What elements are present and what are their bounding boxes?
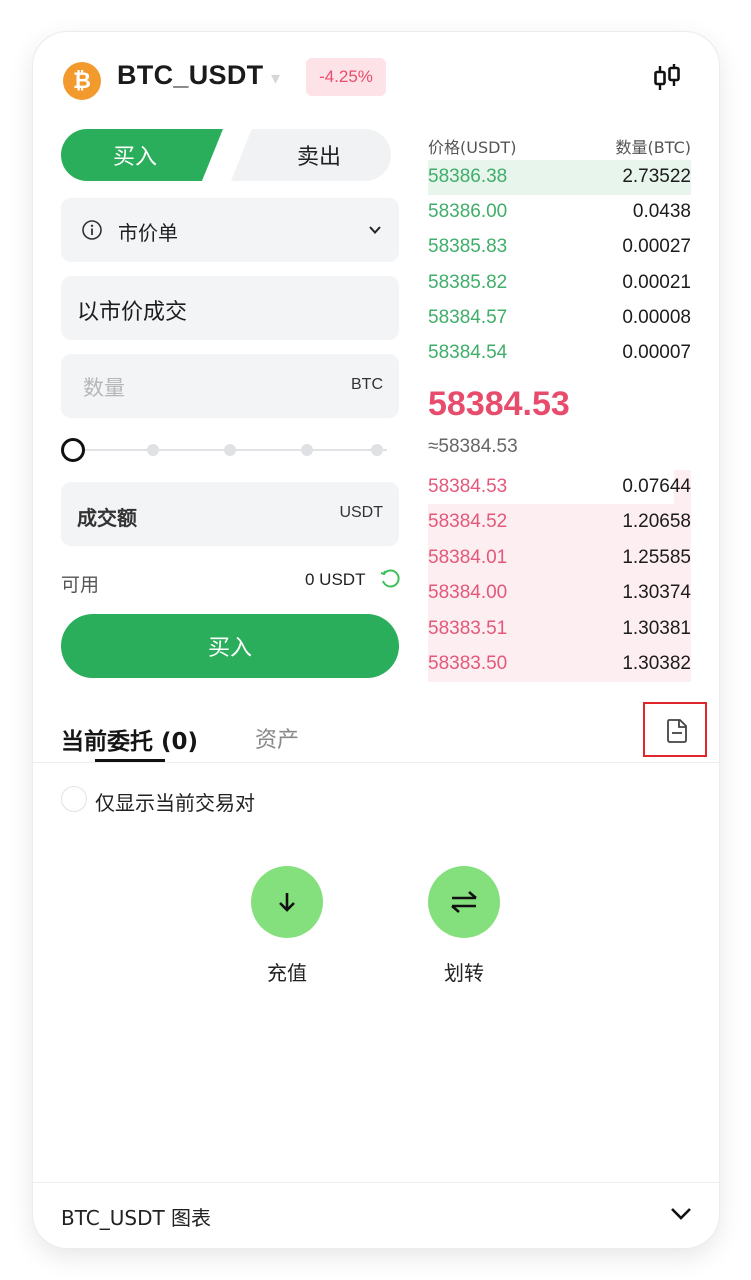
- slider-thumb[interactable]: [61, 438, 85, 462]
- header: ₿ BTC_USDT ▾ -4.25%: [33, 32, 719, 124]
- ask-price: 58384.53: [428, 476, 508, 497]
- sell-tab[interactable]: 卖出: [231, 129, 391, 181]
- market-price-text: 以市价成交: [77, 300, 188, 325]
- orderbook-bid-row[interactable]: 58385.83 0.00027: [428, 230, 691, 265]
- orderbook-bid-row[interactable]: 58384.54 0.00007: [428, 336, 691, 371]
- orderbook-ask-row[interactable]: 58383.51 1.30381: [428, 612, 691, 647]
- chevron-down-icon[interactable]: [669, 1204, 693, 1224]
- price-change-badge: -4.25%: [306, 58, 386, 96]
- bid-qty: 0.00008: [622, 307, 691, 328]
- orderbook-price-header: 价格(USDT): [428, 138, 517, 157]
- ask-price: 58383.50: [428, 653, 508, 674]
- orderbook-bid-row[interactable]: 58384.57 0.00008: [428, 301, 691, 336]
- chart-section-label[interactable]: BTC_USDT 图表: [61, 1202, 211, 1231]
- orderbook-qty-header: 数量(BTC): [615, 138, 691, 157]
- transfer-arrows-icon: [451, 891, 477, 913]
- bid-price: 58386.38: [428, 166, 508, 187]
- orderbook-ask-row[interactable]: 58384.00 1.30374: [428, 576, 691, 611]
- ask-qty: 1.30374: [622, 582, 691, 603]
- orderbook-ask-row[interactable]: 58384.01 1.25585: [428, 541, 691, 576]
- turnover-input[interactable]: 成交额 USDT: [61, 482, 399, 546]
- divider: [33, 762, 719, 763]
- bid-qty: 0.0438: [632, 201, 691, 222]
- ask-price: 58383.51: [428, 618, 508, 639]
- ask-qty: 1.30382: [622, 653, 691, 674]
- slider-step-75[interactable]: [301, 444, 313, 456]
- amount-placeholder: 数量: [83, 376, 125, 400]
- orderbook-bid-row[interactable]: 58386.00 0.0438: [428, 195, 691, 230]
- footer-divider: [33, 1182, 719, 1183]
- refresh-icon[interactable]: [379, 568, 401, 590]
- orderbook-ask-row[interactable]: 58384.53 0.07644: [428, 470, 691, 505]
- arrow-down-icon: [279, 893, 295, 912]
- buy-button[interactable]: 买入: [61, 614, 399, 678]
- amount-unit: BTC: [351, 376, 383, 393]
- bid-price: 58384.54: [428, 342, 508, 363]
- orderbook-ask-row[interactable]: 58384.52 1.20658: [428, 505, 691, 540]
- trade-screen: ₿ BTC_USDT ▾ -4.25% 买入 卖出 市价单 以市价成交 数量 B…: [33, 32, 719, 1248]
- order-history-button[interactable]: [643, 702, 707, 757]
- ask-qty: 0.07644: [622, 476, 691, 497]
- orderbook-bid-row[interactable]: 58386.38 2.73522: [428, 160, 691, 195]
- buy-sell-toggle: 买入 卖出: [61, 129, 391, 181]
- bid-qty: 0.00021: [622, 272, 691, 293]
- info-icon[interactable]: [81, 219, 103, 241]
- tab-current-orders[interactable]: 当前委托 (0): [61, 722, 198, 756]
- bid-qty: 2.73522: [622, 166, 691, 187]
- bid-qty: 0.00007: [622, 342, 691, 363]
- slider-step-100[interactable]: [371, 444, 383, 456]
- bid-price: 58385.82: [428, 272, 508, 293]
- available-value: 0 USDT: [305, 570, 366, 589]
- chevron-down-icon: [369, 226, 381, 234]
- ask-qty: 1.30381: [622, 618, 691, 639]
- bid-qty: 0.00027: [622, 236, 691, 257]
- document-icon: [667, 719, 687, 743]
- pair-selector[interactable]: BTC_USDT: [117, 60, 263, 91]
- slider-step-25[interactable]: [147, 444, 159, 456]
- approx-price: ≈58384.53: [428, 436, 518, 457]
- order-type-select[interactable]: 市价单: [61, 198, 399, 262]
- turnover-unit: USDT: [339, 504, 383, 521]
- available-label: 可用: [61, 574, 100, 596]
- bid-price: 58386.00: [428, 201, 508, 222]
- orderbook-bid-row[interactable]: 58385.82 0.00021: [428, 266, 691, 301]
- chevron-down-icon[interactable]: ▾: [271, 68, 280, 89]
- price-field: 以市价成交: [61, 276, 399, 340]
- orderbook-ask-row[interactable]: 58383.50 1.30382: [428, 647, 691, 682]
- ask-price: 58384.00: [428, 582, 508, 603]
- amount-input[interactable]: 数量 BTC: [61, 354, 399, 418]
- tab-assets[interactable]: 资产: [255, 722, 299, 754]
- buy-tab[interactable]: 买入: [61, 129, 223, 181]
- deposit-label: 充值: [267, 961, 307, 985]
- filter-label[interactable]: 仅显示当前交易对: [95, 787, 255, 816]
- ask-qty: 1.20658: [622, 511, 691, 532]
- turnover-label: 成交额: [77, 506, 137, 530]
- transfer-label: 划转: [444, 961, 484, 985]
- deposit-button[interactable]: [251, 866, 323, 938]
- ask-price: 58384.52: [428, 511, 508, 532]
- transfer-button[interactable]: [428, 866, 500, 938]
- order-type-label: 市价单: [118, 221, 178, 245]
- amount-slider[interactable]: [61, 436, 387, 464]
- candlestick-chart-icon[interactable]: [649, 60, 685, 96]
- bitcoin-icon: ₿: [63, 62, 101, 100]
- ask-qty: 1.25585: [622, 547, 691, 568]
- last-price: 58384.53: [428, 385, 570, 423]
- slider-step-50[interactable]: [224, 444, 236, 456]
- filter-checkbox[interactable]: [61, 786, 87, 812]
- bid-price: 58384.57: [428, 307, 508, 328]
- ask-price: 58384.01: [428, 547, 508, 568]
- bid-price: 58385.83: [428, 236, 508, 257]
